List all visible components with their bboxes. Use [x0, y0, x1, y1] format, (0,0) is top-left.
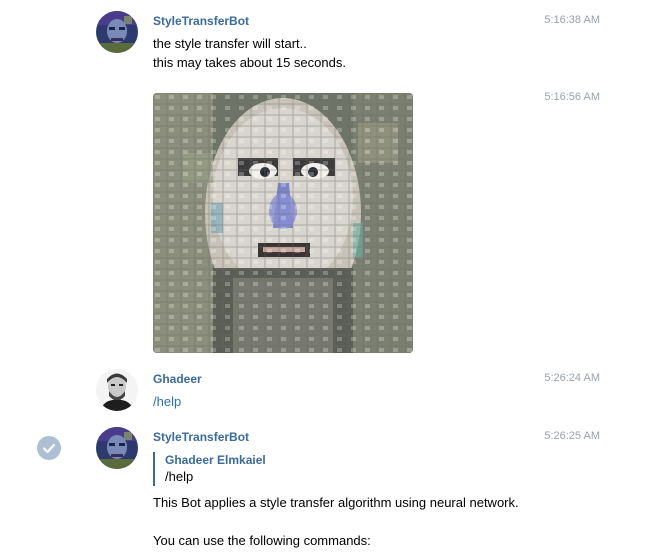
- message-text-line: this may takes about 15 seconds.: [153, 55, 346, 70]
- message-author[interactable]: Ghadeer: [153, 372, 202, 386]
- message-timestamp: 5:16:38 AM: [544, 14, 600, 26]
- help-command-link[interactable]: /help: [153, 392, 181, 411]
- message-timestamp: 5:26:24 AM: [544, 372, 600, 384]
- bot-avatar[interactable]: [96, 11, 138, 53]
- reply-author: Ghadeer Elmkaiel: [165, 453, 266, 467]
- user-avatar[interactable]: [96, 369, 138, 411]
- message-author[interactable]: StyleTransferBot: [153, 430, 249, 444]
- selected-check-icon[interactable]: [37, 436, 61, 460]
- message-text-line: This Bot applies a style transfer algori…: [153, 495, 519, 510]
- message-timestamp: 5:16:56 AM: [544, 91, 600, 103]
- reply-text: /help: [165, 469, 194, 484]
- bot-avatar[interactable]: [96, 427, 138, 469]
- reply-quote[interactable]: Ghadeer Elmkaiel /help: [153, 452, 266, 486]
- stylized-portrait-image[interactable]: [153, 93, 413, 353]
- message-timestamp: 5:26:25 AM: [544, 430, 600, 442]
- chat-history: StyleTransferBot 5:16:38 AM the style tr…: [0, 0, 649, 554]
- message-text-line: the style transfer will start..: [153, 36, 307, 51]
- message-author[interactable]: StyleTransferBot: [153, 14, 249, 28]
- message-text-line: You can use the following commands:: [153, 533, 371, 548]
